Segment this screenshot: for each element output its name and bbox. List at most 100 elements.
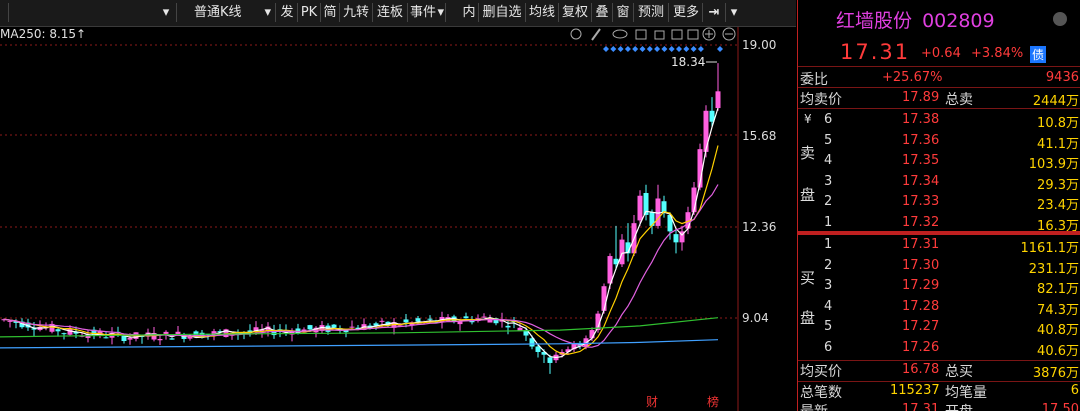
event-diamond-marker[interactable] (646, 46, 653, 52)
event-diamond-marker[interactable] (624, 46, 631, 52)
candle-body (7, 320, 13, 322)
event-diamond-marker[interactable] (683, 46, 690, 52)
tool-delete-watchlist[interactable]: 删自选 (479, 3, 526, 22)
candle-body (703, 110, 709, 152)
tool-overlay[interactable]: 叠 (592, 3, 613, 22)
avg-sell-label: 均卖价 (800, 92, 842, 108)
chevron-down-icon[interactable]: ▾ (726, 3, 742, 22)
event-diamond-marker[interactable] (654, 46, 661, 52)
event-diamond-marker[interactable] (617, 46, 624, 52)
sell-price[interactable]: 17.35 (902, 153, 939, 168)
candle-body (61, 333, 67, 335)
candle-body (349, 326, 355, 328)
avg-sell-value: 17.89 (902, 90, 940, 105)
event-diamond-marker[interactable] (603, 46, 609, 52)
tool-event[interactable]: 事件 ▾ (408, 3, 446, 22)
sell-price[interactable]: 17.34 (902, 174, 939, 189)
sell-side-yen: ¥ (804, 112, 812, 126)
event-diamond-marker[interactable] (690, 46, 697, 52)
stock-title: 红墙股份 002809 (836, 6, 995, 33)
candle-body (331, 324, 337, 328)
total-buy-value: 3876万 (1032, 366, 1079, 381)
tool-adjust[interactable]: 复权 (559, 3, 592, 22)
candle-body (103, 337, 109, 339)
tool-lianban[interactable]: 连板 (373, 3, 408, 22)
sell-price[interactable]: 17.36 (902, 133, 939, 148)
avg-trade-label: 均笔量 (945, 385, 987, 401)
tool-forecast[interactable]: 预测 (634, 3, 669, 22)
settings-icon[interactable] (570, 28, 582, 40)
buy-price[interactable]: 17.26 (902, 340, 939, 355)
leaderboard-marker[interactable]: 榜 (705, 393, 721, 411)
chevron-down-icon: ▾ (264, 5, 271, 20)
buy-level: 1 (824, 237, 833, 252)
axis-label-9-04: 9.04 (742, 311, 769, 325)
total-buy-label: 总买 (945, 364, 973, 380)
kline-type-dropdown[interactable]: 普通K线 ▾ (176, 3, 276, 22)
cart-icon[interactable] (671, 29, 683, 40)
sell-volume: 29.3万 (1037, 177, 1079, 193)
event-diamond-marker[interactable] (676, 46, 682, 52)
candle-body (379, 320, 385, 322)
buy-volume: 74.3万 (1037, 302, 1079, 318)
event-diamond-marker[interactable] (697, 46, 704, 52)
candle-body (169, 338, 175, 340)
draw-icon[interactable] (591, 28, 601, 41)
toolbar-left-dropdown-arrow[interactable]: ▾ (156, 3, 177, 22)
kline-type-label: 普通K线 (194, 5, 242, 20)
tool-event-label: 事件 (410, 5, 437, 20)
buy-volume: 40.8万 (1037, 323, 1079, 338)
event-diamond-marker[interactable] (610, 46, 617, 52)
tool-jiuzhuan[interactable]: 九转 (340, 3, 373, 22)
tool-pk[interactable]: PK (298, 3, 321, 22)
kline-chart-panel[interactable]: ▾ 普通K线 ▾ 发 PK 简 九转 连板 事件 ▾ 内 删自选 均线 复权 叠… (0, 0, 796, 411)
candle-body (517, 327, 523, 331)
buy-price[interactable]: 17.31 (902, 237, 939, 252)
event-diamond-marker[interactable] (661, 46, 668, 52)
more-dots-icon[interactable] (1053, 12, 1067, 26)
buy-side-label-2: 盘 (800, 309, 816, 327)
quote-panel: 红墙股份 002809 17.31 +0.64 +3.84% 债 委比 +25.… (797, 0, 1080, 411)
home-icon[interactable] (635, 29, 647, 40)
candle-body (427, 318, 433, 320)
buy-volume: 40.6万 (1037, 343, 1079, 359)
tool-fa[interactable]: 发 (277, 3, 298, 22)
sell-price[interactable]: 17.32 (902, 215, 939, 230)
avg-buy-value: 16.78 (902, 362, 940, 377)
lock-icon[interactable] (654, 30, 665, 40)
sell-price[interactable]: 17.33 (902, 194, 939, 209)
buy-price[interactable]: 17.27 (902, 319, 939, 334)
candle-body (715, 91, 721, 109)
candle-body (163, 331, 169, 334)
high-price-label: 18.34 (671, 55, 706, 69)
event-diamond-markers (603, 46, 723, 52)
finance-marker[interactable]: 财 (644, 393, 660, 411)
current-price: 17.31 (840, 40, 911, 64)
total-sell-value: 2444万 (1032, 94, 1079, 109)
avg-trade-value: 6 (1070, 383, 1079, 398)
tool-nei[interactable]: 内 (460, 3, 479, 22)
event-diamond-marker[interactable] (717, 46, 723, 52)
grid-icon[interactable] (687, 29, 699, 40)
tool-jian[interactable]: 简 (321, 3, 340, 22)
buy-price[interactable]: 17.30 (902, 258, 939, 273)
tool-window[interactable]: 窗 (613, 3, 634, 22)
event-diamond-marker[interactable] (632, 46, 639, 52)
chevron-down-icon: ▾ (437, 5, 444, 20)
event-diamond-marker[interactable] (668, 46, 675, 52)
sell-side-label-2: 盘 (800, 186, 816, 204)
eye-icon[interactable] (612, 29, 628, 39)
buy-price[interactable]: 17.28 (902, 299, 939, 314)
tool-more[interactable]: 更多 (670, 3, 703, 22)
expand-right-icon[interactable]: ⇥ (703, 3, 726, 22)
sell-volume: 41.1万 (1037, 136, 1079, 152)
sell-volume: 23.4万 (1037, 198, 1079, 213)
orderbook-divider (798, 231, 1080, 235)
latest-value: 17.31 (902, 402, 940, 411)
sell-price[interactable]: 17.38 (902, 112, 939, 127)
event-diamond-marker[interactable] (639, 46, 646, 52)
tool-ma[interactable]: 均线 (526, 3, 559, 22)
bond-badge[interactable]: 债 (1030, 46, 1047, 63)
sell-level: 2 (824, 194, 833, 209)
buy-price[interactable]: 17.29 (902, 278, 939, 293)
